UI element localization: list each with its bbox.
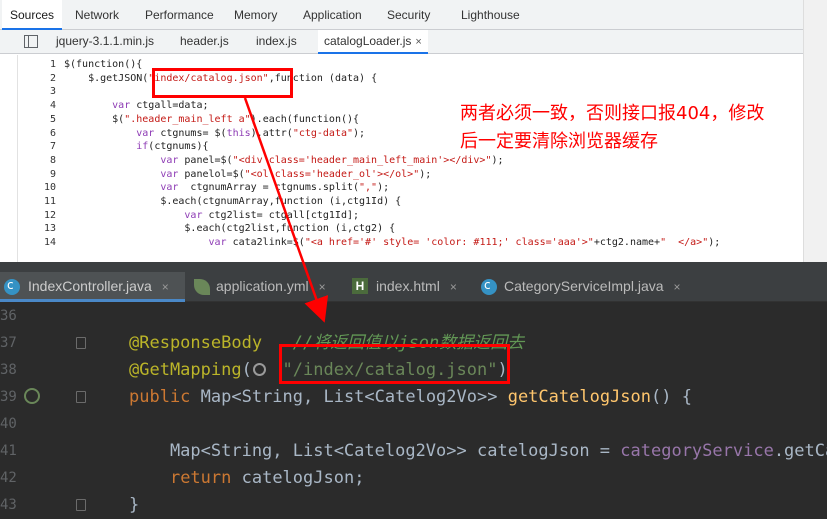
tab-lighthouse[interactable]: Lighthouse (461, 0, 520, 30)
annotation-line-2: 后一定要清除浏览器缓存 (460, 131, 658, 152)
line-number[interactable]: 36 (0, 303, 17, 330)
fold-marker-icon[interactable] (76, 337, 86, 349)
code-line: 11 $.each(ctgnumArray,function (i,ctg1Id… (0, 195, 803, 209)
fold-marker-icon[interactable] (76, 391, 86, 403)
ide-tab-application-yml[interactable]: application.yml × (190, 272, 326, 302)
line-number[interactable]: 40 (0, 411, 17, 438)
devtools-main-tabs: Sources Network Performance Memory Appli… (0, 0, 827, 30)
ide-tab-label: CategoryServiceImpl.java (504, 278, 664, 294)
code-line: 42 return catelogJson; (0, 465, 827, 492)
java-class-icon (4, 271, 20, 299)
code-text: $(function(){ (64, 59, 143, 70)
code-line: 43} (0, 492, 827, 519)
code-line: 1 $(function(){ (0, 58, 803, 72)
code-text: var ctgnumArray = ctgnums.split(","); (64, 182, 390, 194)
code-text: return catelogJson; (169, 468, 365, 488)
code-text: var ctg2list= ctgall[ctg1Id]; (64, 209, 360, 221)
close-icon[interactable]: × (162, 280, 169, 294)
file-tab-header[interactable]: header.js (180, 30, 229, 54)
tab-network[interactable]: Network (75, 0, 119, 30)
code-text: public Map<String, List<Catelog2Vo>> get… (129, 387, 692, 407)
source-file-tabs: jquery-3.1.1.min.js header.js index.js c… (0, 30, 803, 54)
ide-editor-panel: IndexController.java × application.yml × H… (0, 262, 827, 519)
line-number[interactable]: 2 (18, 72, 56, 86)
line-number[interactable]: 7 (18, 140, 56, 154)
line-number[interactable]: 11 (18, 195, 56, 209)
highlight-box-js-url (152, 68, 293, 98)
sidebar-toggle-icon[interactable] (24, 35, 38, 48)
code-text: if(ctgnums){ (64, 141, 209, 153)
line-number[interactable]: 4 (18, 99, 56, 113)
line-number[interactable]: 9 (18, 168, 56, 182)
code-line: 13 $.each(ctg2list,function (i,ctg2) { (0, 222, 803, 236)
web-endpoint-icon[interactable] (253, 363, 266, 376)
ide-tab-label: application.yml (216, 278, 309, 294)
file-tab-jquery[interactable]: jquery-3.1.1.min.js (56, 30, 154, 54)
code-line: 9 var panelol=$("<ol class='header_ol'><… (0, 168, 803, 182)
annotation-line-1: 两者必须一致，否则接口报404，修改 (460, 103, 765, 124)
line-number[interactable]: 37 (0, 330, 17, 357)
close-icon[interactable]: × (450, 280, 457, 294)
ide-tab-label: IndexController.java (28, 278, 152, 294)
line-number[interactable]: 39 (0, 384, 17, 411)
code-line: 40 (0, 411, 827, 438)
code-line: 41 Map<String, List<Catelog2Vo>> catelog… (0, 438, 827, 465)
line-number[interactable]: 8 (18, 154, 56, 168)
java-class-icon (481, 271, 497, 299)
code-line: 2 $.getJSON("index/catalog.json",functio… (0, 72, 803, 86)
line-number[interactable]: 5 (18, 113, 56, 127)
ide-tab-index-html[interactable]: H index.html × (350, 272, 457, 302)
code-text: var ctgnums= $(this).attr("ctg-data"); (64, 127, 366, 139)
code-text: var panelol=$("<ol class='header_ol'></o… (64, 168, 432, 180)
line-number[interactable]: 43 (0, 492, 17, 519)
code-text: } (129, 495, 140, 515)
code-text: $.each(ctgnumArray,function (i,ctg1Id) { (64, 196, 402, 207)
code-line: 10 var ctgnumArray = ctgnums.split(","); (0, 181, 803, 195)
line-number[interactable]: 14 (18, 236, 56, 250)
code-line: 39 public Map<String, List<Catelog2Vo>> g… (0, 384, 827, 411)
code-text: Map<String, List<Catelog2Vo>> catelogJso… (129, 441, 827, 461)
tab-security[interactable]: Security (387, 0, 430, 30)
line-number[interactable]: 41 (0, 438, 17, 465)
line-number[interactable]: 12 (18, 209, 56, 223)
ide-tab-indexcontroller[interactable]: IndexController.java × (0, 271, 185, 302)
line-number[interactable]: 3 (18, 85, 56, 99)
close-icon[interactable]: × (319, 280, 326, 294)
ide-tab-label: index.html (376, 278, 440, 294)
tab-sources[interactable]: Sources (2, 0, 63, 30)
code-line: 12 var ctg2list= ctgall[ctg1Id]; (0, 209, 803, 223)
line-number[interactable]: 10 (18, 181, 56, 195)
code-line: 3 (0, 85, 803, 99)
file-tab-catalogloader[interactable]: catalogLoader.js × (318, 30, 428, 54)
fold-marker-icon[interactable] (76, 499, 86, 511)
ide-code-editor[interactable]: 36 37 @ResponseBody //将返回值以json数据返回去 38 @Get… (0, 302, 827, 519)
line-number[interactable]: 6 (18, 127, 56, 141)
code-text: $(".header_main_left a").each(function()… (64, 113, 360, 125)
close-icon[interactable]: × (674, 280, 681, 294)
code-text: var cata2link=$("<a href='#' style= 'col… (64, 237, 721, 249)
close-icon[interactable]: × (415, 36, 421, 48)
code-text: var ctgall=data; (64, 100, 209, 112)
line-number[interactable]: 1 (18, 58, 56, 72)
annotation-note: 两者必须一致，否则接口报404，修改 后一定要清除浏览器缓存 (460, 100, 820, 156)
file-tab-index[interactable]: index.js (256, 30, 297, 54)
ide-file-tabs: IndexController.java × application.yml × H… (0, 262, 827, 302)
line-number[interactable]: 38 (0, 357, 17, 384)
tab-application[interactable]: Application (303, 0, 362, 30)
spring-config-icon (194, 279, 210, 295)
highlight-box-java-mapping (279, 344, 510, 384)
tab-performance[interactable]: Performance (145, 0, 214, 30)
code-text: var panel=$("<div class='header_main_lef… (64, 154, 504, 166)
code-text: $.each(ctg2list,function (i,ctg2) { (64, 223, 396, 235)
line-number[interactable]: 13 (18, 222, 56, 236)
tab-memory[interactable]: Memory (234, 0, 277, 30)
ide-tab-categoryserviceimpl[interactable]: CategoryServiceImpl.java × (478, 271, 681, 302)
html-file-icon: H (352, 278, 368, 294)
source-code-editor[interactable]: 1 $(function(){ 2 $.getJSON("index/catalog… (0, 55, 803, 262)
code-line: 36 (0, 303, 827, 330)
code-line: 14 var cata2link=$("<a href='#' style= '… (0, 236, 803, 250)
spring-bean-icon[interactable] (24, 388, 40, 404)
file-tab-label: catalogLoader.js (324, 34, 412, 48)
line-number[interactable]: 42 (0, 465, 17, 492)
